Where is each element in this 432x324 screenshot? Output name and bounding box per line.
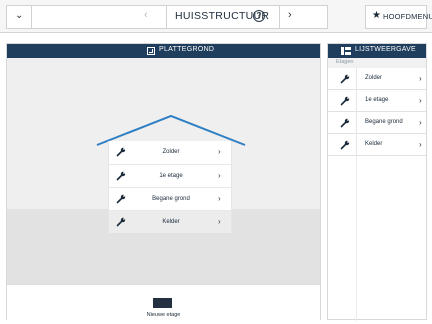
section-label: Etagen xyxy=(336,59,354,65)
list-item-label: Begane grond xyxy=(365,119,403,125)
list-view-panel: LIJSTWEERGAVE Etagen Zolder › 1e etage › xyxy=(327,43,427,321)
floor-label: Zolder xyxy=(162,149,180,155)
wrench-icon[interactable] xyxy=(340,140,350,150)
list-view-header: LIJSTWEERGAVE xyxy=(328,44,426,58)
floor-list: Zolder › 1e etage › Begane grond › Kelde… xyxy=(328,68,426,156)
list-item-label: Zolder xyxy=(365,75,383,81)
divider xyxy=(356,112,357,134)
chevron-right-icon[interactable]: › xyxy=(288,9,292,21)
floor-row-begane-grond[interactable]: Begane grond › xyxy=(109,187,231,210)
divider xyxy=(356,134,357,156)
top-bar: ⌄ ‹ HUISSTRUCTUUR ? › ★ HOOFDMENU xyxy=(0,0,432,33)
chevron-right-icon: › xyxy=(218,171,221,180)
chevron-right-icon: › xyxy=(419,118,422,127)
column-divider xyxy=(356,156,357,321)
wrench-icon[interactable] xyxy=(340,96,350,106)
chevron-right-icon: › xyxy=(218,194,221,203)
floor-label: Begane grond xyxy=(152,196,190,202)
list-item-1e-etage[interactable]: 1e etage › xyxy=(328,90,426,112)
section-header: Etagen xyxy=(328,58,426,68)
main-menu-button[interactable]: ★ HOOFDMENU xyxy=(365,5,432,29)
wrench-icon[interactable] xyxy=(340,74,350,84)
list-view-header-label: LIJSTWEERGAVE xyxy=(355,46,416,53)
main-menu-label: HOOFDMENU xyxy=(383,12,432,21)
chevron-down-icon: ⌄ xyxy=(15,10,24,21)
floor-label: Kelder xyxy=(162,219,180,225)
floor-row-zolder[interactable]: Zolder › xyxy=(109,141,231,164)
floor-label: 1e etage xyxy=(159,173,183,179)
list-view-icon xyxy=(341,47,351,55)
list-item-kelder[interactable]: Kelder › xyxy=(328,134,426,156)
title-bar: ‹ HUISSTRUCTUUR ? › xyxy=(32,5,328,29)
floorplan-icon xyxy=(147,47,155,55)
floor-row-kelder[interactable]: Kelder › xyxy=(109,210,231,233)
star-icon: ★ xyxy=(372,10,381,21)
list-item-label: 1e etage xyxy=(365,97,389,103)
floorplan-header-label: PLATTEGROND xyxy=(159,46,215,53)
chevron-right-icon: › xyxy=(419,96,422,105)
new-floor-icon[interactable] xyxy=(153,298,172,308)
floorplan-bottom-bar: Nieuwe etage xyxy=(7,284,320,320)
help-icon[interactable]: ? xyxy=(253,10,265,22)
floorplan-header: PLATTEGROND xyxy=(7,44,320,58)
navigation-dropdown-button[interactable]: ⌄ xyxy=(6,5,32,29)
chevron-right-icon: › xyxy=(419,140,422,149)
new-floor-label[interactable]: Nieuwe etage xyxy=(7,312,320,318)
divider xyxy=(356,68,357,90)
chevron-right-icon: › xyxy=(218,217,221,226)
chevron-left-icon[interactable]: ‹ xyxy=(144,9,148,21)
list-item-zolder[interactable]: Zolder › xyxy=(328,68,426,90)
chevron-right-icon: › xyxy=(419,74,422,83)
list-item-label: Kelder xyxy=(365,141,383,147)
house-floor-list: Zolder › 1e etage › Begane grond › Kelde… xyxy=(108,141,232,233)
list-item-begane-grond[interactable]: Begane grond › xyxy=(328,112,426,134)
floor-row-1e-etage[interactable]: 1e etage › xyxy=(109,164,231,187)
divider xyxy=(356,90,357,112)
floorplan-panel: PLATTEGROND Zolder › 1e etage › Begane g… xyxy=(6,43,321,320)
wrench-icon[interactable] xyxy=(340,118,350,128)
title-box: HUISSTRUCTUUR ? xyxy=(166,5,280,29)
chevron-right-icon: › xyxy=(218,147,221,156)
